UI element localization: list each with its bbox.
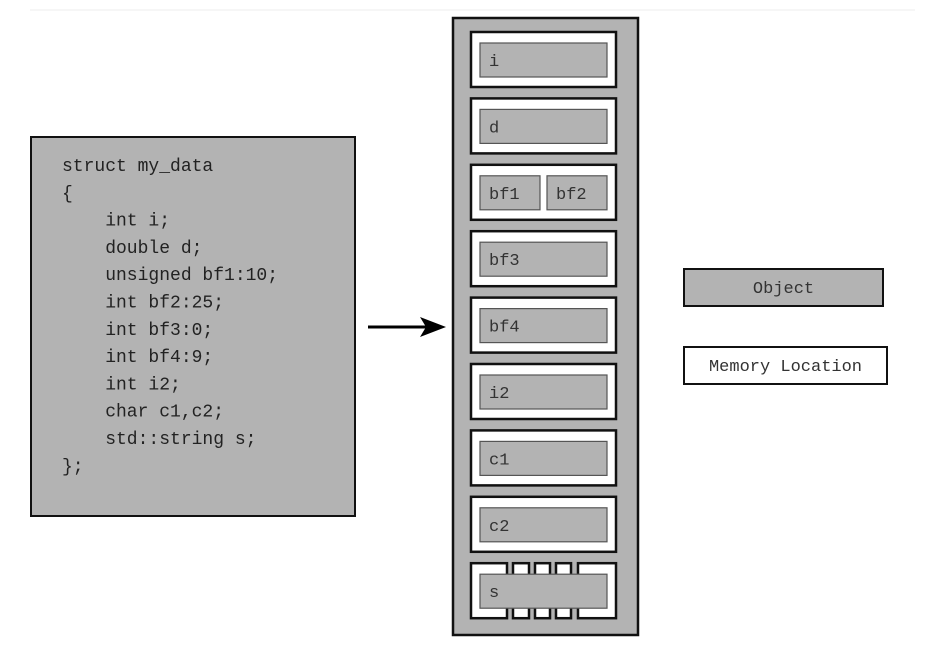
code-line: {	[62, 184, 73, 204]
memory-location: c2	[469, 495, 618, 554]
memory-location: d	[469, 97, 618, 155]
code-box: struct my_data { int i; double d; unsigne…	[30, 136, 356, 517]
legend: Object Memory Location	[683, 268, 888, 385]
code-line: int i2;	[62, 375, 181, 395]
memory-rows: i d bf1 bf2 bf3 bf4 i2 c1 c2 s	[469, 30, 618, 620]
memory-location: c1	[469, 429, 618, 487]
object-label: bf3	[489, 252, 520, 271]
object-label: c2	[489, 518, 509, 537]
memory-location: i	[469, 30, 618, 89]
code-line: struct my_data	[62, 157, 213, 177]
code-line: char c1,c2;	[62, 403, 224, 423]
memory-location: s	[469, 561, 618, 620]
object-label: bf1	[489, 186, 520, 205]
memory-location: bf1 bf2	[469, 163, 618, 222]
object-label: c1	[489, 451, 509, 470]
legend-memory-location-label: Memory Location	[709, 358, 862, 377]
legend-object-label: Object	[753, 280, 814, 299]
memory-location: i2	[469, 362, 618, 421]
object-label: d	[489, 119, 499, 138]
object-label: bf4	[489, 319, 520, 338]
code-line: int bf2:25;	[62, 294, 224, 314]
object-label: bf2	[556, 186, 587, 205]
code-line: int bf4:9;	[62, 348, 213, 368]
arrow	[368, 317, 446, 337]
memory-location: bf4	[469, 296, 618, 354]
object-label: i2	[489, 385, 509, 404]
code-line: int bf3:0;	[62, 321, 213, 341]
code-line: std::string s;	[62, 430, 256, 450]
object-label: i	[489, 53, 499, 72]
object-label: s	[489, 584, 499, 603]
memory-column: i d bf1 bf2 bf3 bf4 i2 c1 c2 s	[451, 16, 640, 637]
memory-location: bf3	[469, 229, 618, 288]
code-line: int i;	[62, 212, 170, 232]
code-line: unsigned bf1:10;	[62, 266, 278, 286]
code-line: double d;	[62, 239, 202, 259]
struct-layout-diagram: struct my_data { int i; double d; unsigne…	[30, 9, 915, 637]
code-line: };	[62, 457, 84, 477]
